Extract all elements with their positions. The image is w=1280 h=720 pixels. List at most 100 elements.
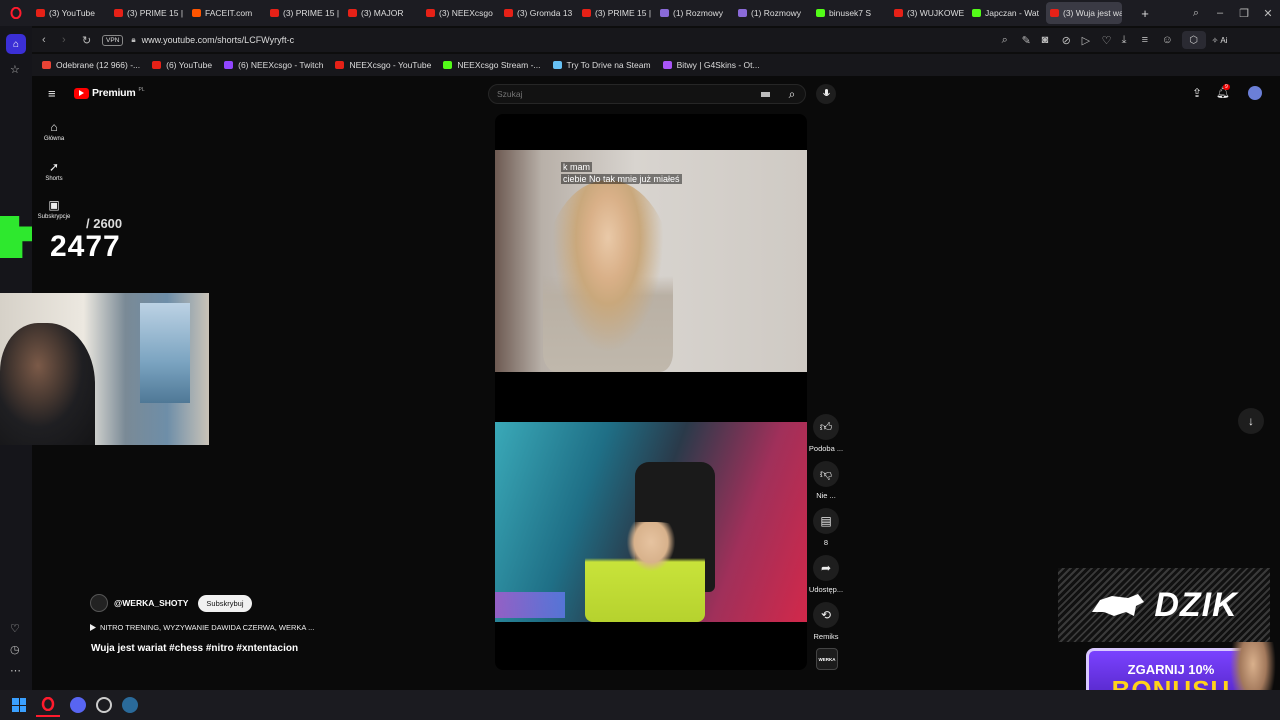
counter-value: 2477 bbox=[50, 230, 121, 263]
tab-search-icon[interactable]: ⌕ bbox=[1184, 7, 1208, 20]
play-icon[interactable]: ▷ bbox=[1082, 34, 1102, 47]
profile-icon[interactable]: ☺ bbox=[1162, 34, 1182, 46]
action-label: Nie ... bbox=[816, 491, 836, 500]
action-dislike-button[interactable]: 👎︎ Nie ... bbox=[806, 461, 846, 500]
bookmark-item[interactable]: (6) YouTube bbox=[152, 60, 212, 70]
close-window-icon[interactable]: ✕ bbox=[1256, 7, 1280, 20]
voice-search-icon[interactable] bbox=[816, 84, 836, 104]
app-taskbar-icon[interactable] bbox=[96, 697, 112, 713]
tab-label: (3) Gromda 13 bbox=[517, 8, 573, 18]
tab-item[interactable]: (3) Gromda 13 bbox=[500, 2, 576, 24]
new-tab-icon[interactable]: + bbox=[1137, 6, 1153, 21]
bookmark-item[interactable]: (6) NEEXcsgo - Twitch bbox=[224, 60, 323, 70]
heart-icon[interactable]: ♡ bbox=[1102, 34, 1122, 47]
man-figure bbox=[585, 522, 705, 622]
action-remix-button[interactable]: ⟲ Remiks bbox=[806, 602, 846, 641]
notifications-icon[interactable]: 🔔︎ 9 bbox=[1216, 84, 1230, 99]
playlist-row[interactable]: NITRO TRENING, WYZYWANIE DAWIDA CZERWA, … bbox=[90, 623, 314, 632]
nav-label: Główna bbox=[43, 136, 65, 142]
youtube-logo[interactable]: Premium PL bbox=[74, 87, 145, 99]
tab-item[interactable]: (3) WUJKOWE bbox=[890, 2, 966, 24]
tab-label: (3) WUJKOWE bbox=[907, 8, 965, 18]
download-icon[interactable]: ⤓ bbox=[1122, 34, 1142, 47]
search-icon[interactable]: ⌕ bbox=[779, 85, 805, 103]
steam-taskbar-icon[interactable] bbox=[122, 697, 138, 713]
logo-region: PL bbox=[138, 87, 145, 93]
tab-favicon-icon bbox=[192, 9, 201, 17]
next-short-button[interactable]: ↓ bbox=[1238, 408, 1264, 434]
edit-icon[interactable]: ✎ bbox=[1022, 34, 1042, 47]
bookmark-item[interactable]: Bitwy | G4Skins - Ot... bbox=[662, 60, 760, 70]
opera-taskbar-icon[interactable] bbox=[36, 693, 60, 717]
windows-start-icon[interactable] bbox=[12, 698, 26, 712]
search-input[interactable] bbox=[489, 89, 761, 99]
action-share-button[interactable]: ➦ Udostęp... bbox=[806, 555, 846, 594]
account-avatar[interactable] bbox=[1248, 86, 1262, 100]
back-icon[interactable]: ‹ bbox=[42, 34, 62, 46]
reload-icon[interactable]: ↻ bbox=[82, 34, 102, 47]
tab-favicon-icon bbox=[270, 9, 279, 17]
url-field[interactable]: www.youtube.com/shorts/LCFWyryft-c bbox=[142, 35, 1002, 45]
bookmark-icon bbox=[42, 61, 51, 69]
action-comment-button[interactable]: ▤ 8 bbox=[806, 508, 846, 547]
nav-label: Shorts bbox=[45, 176, 63, 182]
tab-item[interactable]: (1) Rozmowy bbox=[656, 2, 732, 24]
nav-item-główna[interactable]: ⌂ Główna bbox=[32, 120, 76, 142]
discord-taskbar-icon[interactable] bbox=[70, 697, 86, 713]
forward-icon[interactable]: › bbox=[62, 34, 82, 46]
tab-item[interactable]: FACEIT.com bbox=[188, 2, 264, 24]
tab-item[interactable]: binusek7 S bbox=[812, 2, 888, 24]
bookmark-item[interactable]: Odebrane (12 966) -... bbox=[42, 60, 140, 70]
vpn-badge[interactable]: VPN bbox=[102, 34, 124, 46]
lock-icon: 🔒︎ bbox=[131, 35, 136, 44]
subscribe-button[interactable]: Subskrybuj bbox=[198, 594, 252, 612]
shield-icon[interactable]: ⊘ bbox=[1062, 34, 1082, 47]
camera-icon[interactable]: ◙ bbox=[1042, 34, 1062, 46]
tab-favicon-icon bbox=[972, 9, 981, 17]
tab-item[interactable]: (3) PRIME 15 | bbox=[578, 2, 654, 24]
tab-item[interactable]: Japczan - Wat bbox=[968, 2, 1044, 24]
tab-item[interactable]: (3) PRIME 15 | bbox=[266, 2, 342, 24]
guide-menu-icon[interactable]: ≡ bbox=[48, 86, 56, 101]
pinboard-icon[interactable]: ☆ bbox=[10, 63, 20, 76]
tab-item[interactable]: (3) MAJOR bbox=[344, 2, 420, 24]
short-player[interactable]: k mam ciebie No tak mnie już miałeś bbox=[495, 114, 807, 670]
tab-label: (3) NEEXcsgo bbox=[439, 8, 493, 18]
favorites-icon[interactable]: ♡ bbox=[10, 622, 20, 635]
tab-item[interactable]: (3) Wuja jest wariat bbox=[1046, 2, 1122, 24]
tab-label: binusek7 S bbox=[829, 8, 872, 18]
maximize-icon[interactable]: ❐ bbox=[1232, 7, 1256, 20]
nav-item-shorts[interactable]: ➚ Shorts bbox=[32, 160, 76, 182]
minimize-icon[interactable]: – bbox=[1208, 7, 1232, 19]
home-sidebar-icon[interactable]: ⌂ bbox=[6, 34, 26, 54]
channel-avatar[interactable] bbox=[90, 594, 108, 612]
comment-icon: ▤ bbox=[813, 508, 839, 534]
home-icon: ⌂ bbox=[50, 120, 58, 134]
ai-button[interactable]: ✧ Ai bbox=[1212, 36, 1228, 45]
more-icon[interactable]: ⋯ bbox=[10, 664, 21, 677]
bookmark-item[interactable]: NEEXcsgo - YouTube bbox=[335, 60, 431, 70]
find-icon[interactable]: ⌕ bbox=[1002, 34, 1022, 47]
search-box[interactable]: ⌕ bbox=[488, 84, 806, 104]
opera-logo-icon[interactable] bbox=[0, 7, 32, 19]
bookmark-item[interactable]: Try To Drive na Steam bbox=[552, 60, 651, 70]
address-bar: ‹ › ↻ VPN 🔒︎ www.youtube.com/shorts/LCFW… bbox=[32, 28, 1280, 52]
extensions-icon[interactable]: ⬡ bbox=[1181, 31, 1206, 49]
tab-item[interactable]: (3) NEEXcsgo bbox=[422, 2, 498, 24]
tab-item[interactable]: (1) Rozmowy bbox=[734, 2, 810, 24]
taskbar bbox=[0, 690, 1280, 720]
menu-icon[interactable]: ≡ bbox=[1142, 34, 1162, 46]
action-like-button[interactable]: 👍︎ Podoba ... bbox=[806, 414, 846, 453]
tab-item[interactable]: (3) YouTube bbox=[32, 2, 108, 24]
bookmark-icon bbox=[443, 61, 453, 69]
bookmark-item[interactable]: NEEXcsgo Stream -... bbox=[443, 60, 541, 70]
keyboard-icon[interactable] bbox=[761, 91, 770, 97]
upload-icon[interactable]: ⇪ bbox=[1192, 86, 1202, 100]
tab-favicon-icon bbox=[1050, 9, 1059, 17]
channel-thumb-button[interactable]: WERKA bbox=[816, 648, 838, 670]
tab-favicon-icon bbox=[426, 9, 435, 17]
subscriptions-icon: ▣ bbox=[48, 198, 60, 212]
channel-name[interactable]: @WERKA_SHOTY bbox=[114, 598, 188, 608]
tab-item[interactable]: (3) PRIME 15 | bbox=[110, 2, 186, 24]
history-icon[interactable]: ◷ bbox=[10, 643, 20, 656]
